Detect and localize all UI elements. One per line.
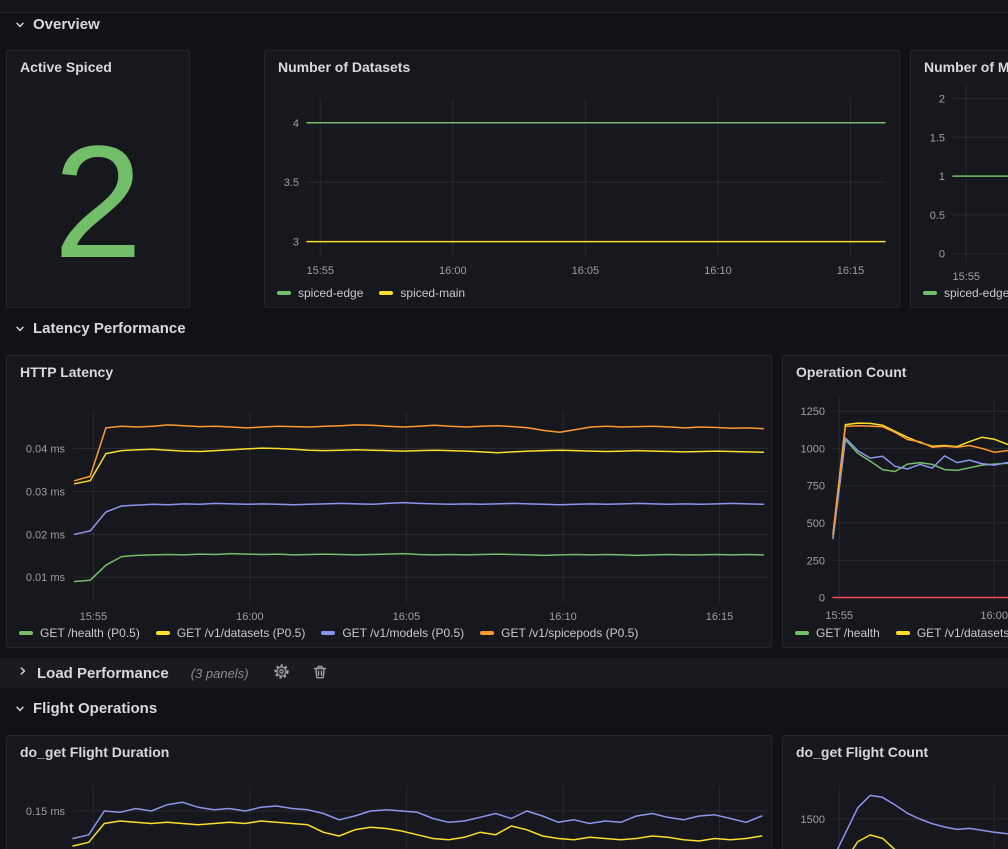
svg-text:1500: 1500 [801,814,825,826]
svg-text:15:55: 15:55 [80,611,108,623]
section-header-flight-operations[interactable]: Flight Operations [14,700,157,717]
legend-label: GET /health [816,626,880,640]
legend-swatch [277,291,291,295]
svg-text:1: 1 [939,171,945,183]
legend-swatch [795,631,809,635]
panel-count-note: (3 panels) [191,666,249,681]
legend-item[interactable]: spiced-main [379,286,465,300]
svg-text:250: 250 [807,555,825,567]
svg-text:16:00: 16:00 [980,610,1008,622]
chevron-down-icon [14,703,26,715]
svg-text:3: 3 [293,237,299,249]
legend-swatch [321,631,335,635]
legend-label: GET /health (P0.5) [40,626,140,640]
panel-operation-count: Operation Count 15:5516:0016:0516:100250… [782,355,1008,648]
panel-http-latency: HTTP Latency 15:5516:0016:0516:1016:150.… [6,355,772,648]
legend-item[interactable]: GET /v1/spicepods (P0.5) [480,626,638,640]
svg-text:750: 750 [807,481,825,493]
svg-text:0.5: 0.5 [930,210,945,222]
legend-swatch [379,291,393,295]
chevron-down-icon [14,19,26,31]
svg-text:16:15: 16:15 [706,611,734,623]
svg-text:1000: 1000 [801,443,825,455]
svg-text:16:05: 16:05 [393,611,421,623]
legend-item[interactable]: GET /health (P0.5) [19,626,140,640]
svg-text:0: 0 [939,249,945,261]
svg-text:0.03 ms: 0.03 ms [26,486,66,498]
panel-flight-count: do_get Flight Count 1500 [782,735,1008,849]
legend-label: GET /v1/datasets (P0.5) [177,626,306,640]
svg-text:0.02 ms: 0.02 ms [26,529,66,541]
panel-number-of-datasets: Number of Datasets 15:5516:0016:0516:101… [264,50,900,308]
section-title[interactable]: Load Performance [37,665,169,682]
top-bar [0,0,1008,13]
datasets-chart[interactable]: 15:55 16:00 16:05 16:10 16:15 3 3.5 4 [265,51,899,307]
svg-text:16:15: 16:15 [837,265,865,277]
legend-item[interactable]: GET /v1/datasets (P0.5) [156,626,306,640]
row-delete-button[interactable] [310,662,330,685]
svg-text:1.5: 1.5 [930,132,945,144]
legend-item[interactable]: GET /v1/models (P0.5) [321,626,464,640]
grafana-dashboard: Overview Active Spiced 2 Number of Datas… [0,0,1008,849]
legend-swatch [896,631,910,635]
legend-label: spiced-edge [298,286,363,300]
svg-text:16:00: 16:00 [236,611,264,623]
legend-label: spiced-main [400,286,465,300]
panel-number-of-models: Number of Models 15:5516:0016:0516:1016:… [910,50,1008,308]
legend-item[interactable]: GET /v1/datasets [896,626,1008,640]
section-header-overview[interactable]: Overview [14,16,100,33]
legend-swatch [480,631,494,635]
panel-title[interactable]: Active Spiced [20,59,112,75]
chevron-right-icon [17,664,29,682]
operation-count-chart[interactable]: 15:5516:0016:0516:10025050075010001250 [783,356,1008,647]
http-latency-chart[interactable]: 15:55 16:00 16:05 16:10 16:15 0.01 ms 0.02 ms 0… [7,356,771,647]
svg-text:4: 4 [293,118,299,130]
legend-item[interactable]: GET /health [795,626,880,640]
section-header-load-performance[interactable]: Load Performance (3 panels) [0,658,1008,688]
stat-value: 2 [7,97,189,307]
svg-text:500: 500 [807,518,825,530]
legend-label: GET /v1/datasets [917,626,1008,640]
legend-item[interactable]: spiced-edge [277,286,363,300]
panel-active-spiced: Active Spiced 2 [6,50,190,308]
http-latency-legend: GET /health (P0.5) GET /v1/datasets (P0.5… [19,626,638,640]
row-settings-button[interactable] [271,661,292,685]
legend-item[interactable]: spiced-edge [923,286,1008,300]
legend-label: GET /v1/models (P0.5) [342,626,464,640]
gear-icon [273,663,290,683]
legend-label: GET /v1/spicepods (P0.5) [501,626,638,640]
svg-text:1250: 1250 [801,406,825,418]
svg-text:0.01 ms: 0.01 ms [26,572,66,584]
datasets-legend: spiced-edge spiced-main [277,286,465,300]
flight-duration-chart[interactable]: 0.15 ms [7,736,771,849]
svg-text:15:55: 15:55 [825,610,853,622]
section-title: Flight Operations [33,700,157,717]
operation-count-legend: GET /health GET /v1/datasets [795,626,1008,640]
legend-swatch [156,631,170,635]
svg-text:16:10: 16:10 [704,265,732,277]
panel-flight-duration: do_get Flight Duration 0.15 ms [6,735,772,849]
svg-text:0.04 ms: 0.04 ms [26,443,66,455]
legend-label: spiced-edge [944,286,1008,300]
svg-text:0: 0 [819,593,825,605]
section-title: Latency Performance [33,320,186,337]
flight-count-chart[interactable]: 1500 [783,736,1008,849]
svg-text:16:10: 16:10 [549,611,577,623]
svg-text:16:00: 16:00 [439,265,467,277]
svg-text:15:55: 15:55 [306,265,334,277]
svg-text:3.5: 3.5 [284,177,299,189]
section-title: Overview [33,16,100,33]
models-legend: spiced-edge [923,286,1008,300]
svg-text:16:05: 16:05 [572,265,600,277]
svg-text:2: 2 [939,94,945,106]
svg-text:0.15 ms: 0.15 ms [26,806,66,818]
models-chart[interactable]: 15:5516:0016:0516:1016:1500.511.52 [911,51,1008,307]
svg-text:15:55: 15:55 [952,271,980,283]
legend-swatch [923,291,937,295]
section-header-latency-performance[interactable]: Latency Performance [14,320,186,337]
legend-swatch [19,631,33,635]
trash-icon [312,664,328,683]
chevron-down-icon [14,323,26,335]
